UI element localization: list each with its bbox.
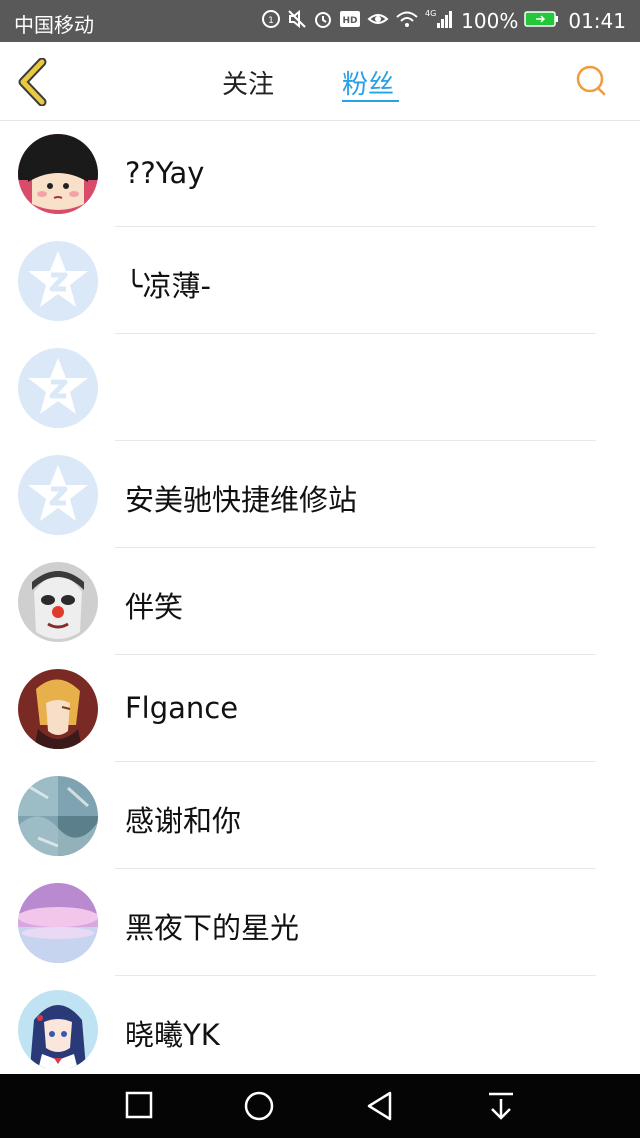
home-button[interactable] (243, 1090, 275, 1126)
list-item[interactable]: 伴笑 (0, 548, 640, 655)
recent-apps-icon (125, 1091, 153, 1119)
fan-name: ??Yay (125, 156, 205, 190)
search-icon (576, 65, 606, 96)
system-nav-bar (0, 1074, 640, 1138)
carrier-name: 中国移动 (14, 13, 94, 37)
back-button[interactable] (16, 57, 50, 107)
default-qq-avatar (18, 455, 98, 535)
fan-name: 晓曦YK (125, 1018, 220, 1052)
hd-icon: HD (339, 9, 361, 33)
tab-following[interactable]: 关注 (222, 64, 274, 101)
home-icon (244, 1091, 274, 1121)
recent-apps-button[interactable] (124, 1090, 154, 1124)
eye-comfort-icon (367, 9, 389, 33)
abstract-blue-avatar (18, 776, 98, 856)
list-item[interactable]: 感谢和你 (0, 762, 640, 869)
battery-icon (524, 9, 560, 33)
search-button[interactable] (574, 64, 608, 102)
back-chevron-icon (18, 57, 47, 107)
list-item[interactable]: ??Yay (0, 120, 640, 227)
wifi-icon (395, 9, 419, 33)
data-saver-icon: 1 (261, 9, 281, 33)
svg-text:HD: HD (343, 16, 358, 26)
nav-back-button[interactable] (365, 1090, 395, 1126)
network-type-label: 4G (425, 9, 436, 18)
fan-name: Flgance (125, 691, 239, 725)
notification-pull-button[interactable] (486, 1090, 516, 1126)
clock: 01:41 (568, 9, 626, 33)
mute-icon (287, 9, 307, 33)
battery-percent: 100% (461, 9, 519, 33)
list-item[interactable]: Flgance (0, 655, 640, 762)
clown-face-avatar (18, 562, 98, 642)
signal-icon: 4G (425, 8, 455, 34)
back-icon (367, 1091, 392, 1121)
fan-name: 黑夜下的星光 (125, 911, 300, 945)
status-bar: 中国移动 1 HD 4G 100% 01:41 (0, 0, 640, 42)
fan-name: 安美驰快捷维修站 (125, 483, 358, 517)
status-icons: 1 HD 4G 100% 01:41 (255, 0, 626, 42)
notification-pull-icon (489, 1092, 513, 1120)
cartoon-girl-avatar (18, 134, 98, 214)
anime-character-avatar (18, 669, 98, 749)
fans-list: ??Yay ╰凉薄- 安美驰快捷维修站 伴笑 Flgance 感谢和你 黑夜下的… (0, 120, 640, 1083)
list-item[interactable] (0, 334, 640, 441)
alarm-icon (313, 9, 333, 33)
header-bar: 关注 粉丝 (0, 42, 640, 121)
default-qq-avatar (18, 241, 98, 321)
anime-girl-avatar (18, 990, 98, 1070)
list-item[interactable]: ╰凉薄- (0, 227, 640, 334)
fan-name: 感谢和你 (125, 804, 242, 838)
fan-name: ╰凉薄- (125, 269, 211, 303)
list-item[interactable]: 黑夜下的星光 (0, 869, 640, 976)
pink-sky-avatar (18, 883, 98, 963)
list-item[interactable]: 安美驰快捷维修站 (0, 441, 640, 548)
default-qq-avatar (18, 348, 98, 428)
tab-fans[interactable]: 粉丝 (342, 64, 394, 101)
svg-text:1: 1 (268, 16, 274, 26)
fan-name: 伴笑 (125, 590, 184, 624)
active-tab-indicator (342, 100, 399, 102)
list-item[interactable]: 晓曦YK (0, 976, 640, 1083)
